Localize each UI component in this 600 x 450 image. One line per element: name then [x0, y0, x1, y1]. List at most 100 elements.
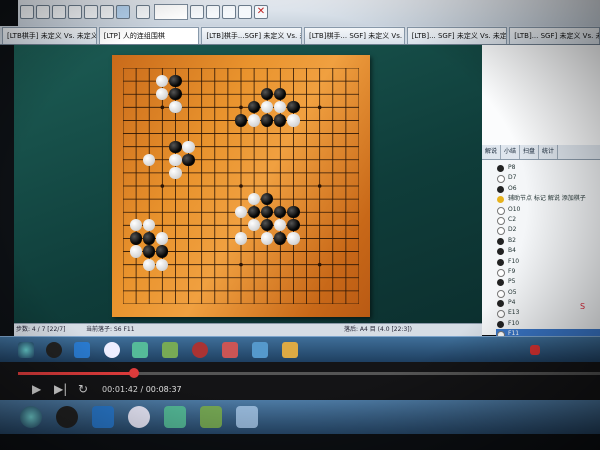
first-move-icon[interactable]: [190, 5, 204, 19]
move-list-item[interactable]: P8: [496, 163, 600, 173]
white-stone[interactable]: [169, 166, 182, 179]
black-stone-icon: [497, 165, 504, 172]
prev-move-icon[interactable]: [206, 5, 220, 19]
black-stone[interactable]: [169, 88, 182, 101]
media-taskbar-icon[interactable]: [164, 406, 186, 428]
black-stone[interactable]: [156, 245, 169, 258]
black-stone[interactable]: [169, 75, 182, 88]
white-stone[interactable]: [156, 232, 169, 245]
play-icon[interactable]: ▶: [32, 382, 41, 396]
seek-bar[interactable]: [18, 368, 600, 378]
qq-icon[interactable]: [46, 342, 62, 358]
media-icon[interactable]: [132, 342, 148, 358]
zoom-dropdown[interactable]: [154, 4, 188, 20]
time-display: 00:01:42 / 00:08:37: [102, 385, 182, 394]
app-taskbar-icon[interactable]: [200, 406, 222, 428]
tab-0[interactable]: [LTB棋手] 未定义 Vs. 未定义: [2, 27, 97, 44]
go-board[interactable]: [112, 55, 370, 317]
redo-icon[interactable]: [100, 5, 114, 19]
white-stone[interactable]: [234, 232, 248, 245]
undo-icon[interactable]: [84, 5, 98, 19]
black-stone[interactable]: [287, 101, 300, 114]
black-stone[interactable]: [130, 232, 143, 245]
window-taskbar-icon[interactable]: [236, 406, 258, 428]
app-icon[interactable]: [162, 342, 178, 358]
move-list-item[interactable]: D2: [496, 225, 600, 236]
node-icon: [497, 196, 504, 204]
sogou-icon[interactable]: [104, 342, 120, 358]
shield-icon[interactable]: [252, 342, 268, 358]
black-stone[interactable]: [143, 245, 156, 258]
move-label: B4: [508, 247, 516, 255]
white-stone[interactable]: [169, 153, 182, 166]
move-list-item[interactable]: B4: [496, 246, 600, 256]
white-stone-icon: [497, 206, 505, 215]
black-stone[interactable]: [274, 114, 287, 127]
ie-icon[interactable]: [74, 342, 90, 358]
screen: ✕ [LTB棋手] 未定义 Vs. 未定义 [LTP] 人的连组围棋 [LTB]…: [0, 0, 600, 450]
move-list-item[interactable]: F10: [496, 319, 600, 329]
move-list-item[interactable]: 辅助节点 标记 解说 添加棋子: [496, 194, 600, 204]
tab-1[interactable]: [LTP] 人的连组围棋: [98, 27, 200, 44]
white-stone[interactable]: [287, 232, 300, 245]
next-move-icon[interactable]: [222, 5, 236, 19]
replay-icon[interactable]: ↻: [78, 382, 88, 396]
white-stone[interactable]: [261, 232, 274, 245]
browser-taskbar-icon[interactable]: [92, 406, 114, 428]
seek-handle[interactable]: [129, 368, 140, 378]
black-stone[interactable]: [169, 140, 182, 153]
tab-2[interactable]: [LTB]棋手...SGF] 未定义 Vs. 未定义: [201, 27, 302, 44]
black-stone[interactable]: [234, 114, 248, 127]
taskbar-bottom: [0, 400, 600, 434]
white-stone[interactable]: [169, 101, 182, 114]
black-stone[interactable]: [261, 114, 274, 127]
save-icon[interactable]: [52, 5, 66, 19]
black-stone[interactable]: [274, 232, 287, 245]
white-stone[interactable]: [248, 114, 261, 127]
white-stone[interactable]: [130, 245, 143, 258]
tab-summary[interactable]: 小结: [501, 145, 521, 159]
start-icon[interactable]: [18, 342, 34, 358]
move-list-item[interactable]: C2: [496, 215, 600, 225]
start-button-icon[interactable]: [20, 406, 42, 428]
board-icon[interactable]: [116, 5, 130, 19]
sogou-taskbar-icon[interactable]: [128, 406, 150, 428]
doc-icon[interactable]: [222, 342, 238, 358]
tray-icon[interactable]: [530, 345, 540, 355]
move-label: P4: [508, 299, 516, 307]
folder-icon[interactable]: [282, 342, 298, 358]
white-stone[interactable]: [143, 258, 156, 271]
move-label: D7: [508, 174, 517, 182]
move-list-item[interactable]: B2: [496, 236, 600, 246]
move-list-item[interactable]: O6: [496, 184, 600, 194]
qq-taskbar-icon[interactable]: [56, 406, 78, 428]
tab-3[interactable]: [LTB]棋手... SGF] 未定义 Vs. 未定义: [303, 27, 405, 44]
tab-comment[interactable]: 解说: [482, 145, 502, 159]
new-file-icon[interactable]: [20, 5, 34, 19]
white-stone[interactable]: [287, 114, 300, 127]
tab-4[interactable]: [LTB]... SGF] 未定义 Vs. 未定义: [406, 27, 508, 44]
next-icon[interactable]: ▶|: [54, 382, 67, 396]
black-stone[interactable]: [182, 153, 195, 166]
go-app-icon[interactable]: [192, 342, 208, 358]
move-list-item[interactable]: D7: [496, 173, 600, 184]
tab-stats[interactable]: 统计: [539, 145, 559, 159]
black-stone-icon: [497, 248, 504, 256]
move-list-item[interactable]: O5: [496, 288, 600, 298]
settings-icon[interactable]: [136, 5, 150, 19]
move-list-item[interactable]: P5: [496, 277, 600, 287]
move-list-item[interactable]: F9: [496, 267, 600, 277]
black-stone[interactable]: [287, 219, 300, 232]
open-icon[interactable]: [36, 5, 50, 19]
tab-scan[interactable]: 扫盘: [520, 145, 540, 159]
black-stone[interactable]: [143, 232, 156, 245]
tab-5[interactable]: [LTB]... SGF] 未定义 Vs. 未定义: [509, 27, 600, 44]
close-red-icon[interactable]: ✕: [254, 5, 268, 19]
move-list-item[interactable]: O10: [496, 205, 600, 215]
white-stone[interactable]: [182, 140, 195, 153]
seek-played: [18, 372, 135, 375]
black-stone[interactable]: [287, 206, 300, 219]
last-move-icon[interactable]: [238, 5, 252, 19]
print-icon[interactable]: [68, 5, 82, 19]
move-list-item[interactable]: F10: [496, 257, 600, 267]
